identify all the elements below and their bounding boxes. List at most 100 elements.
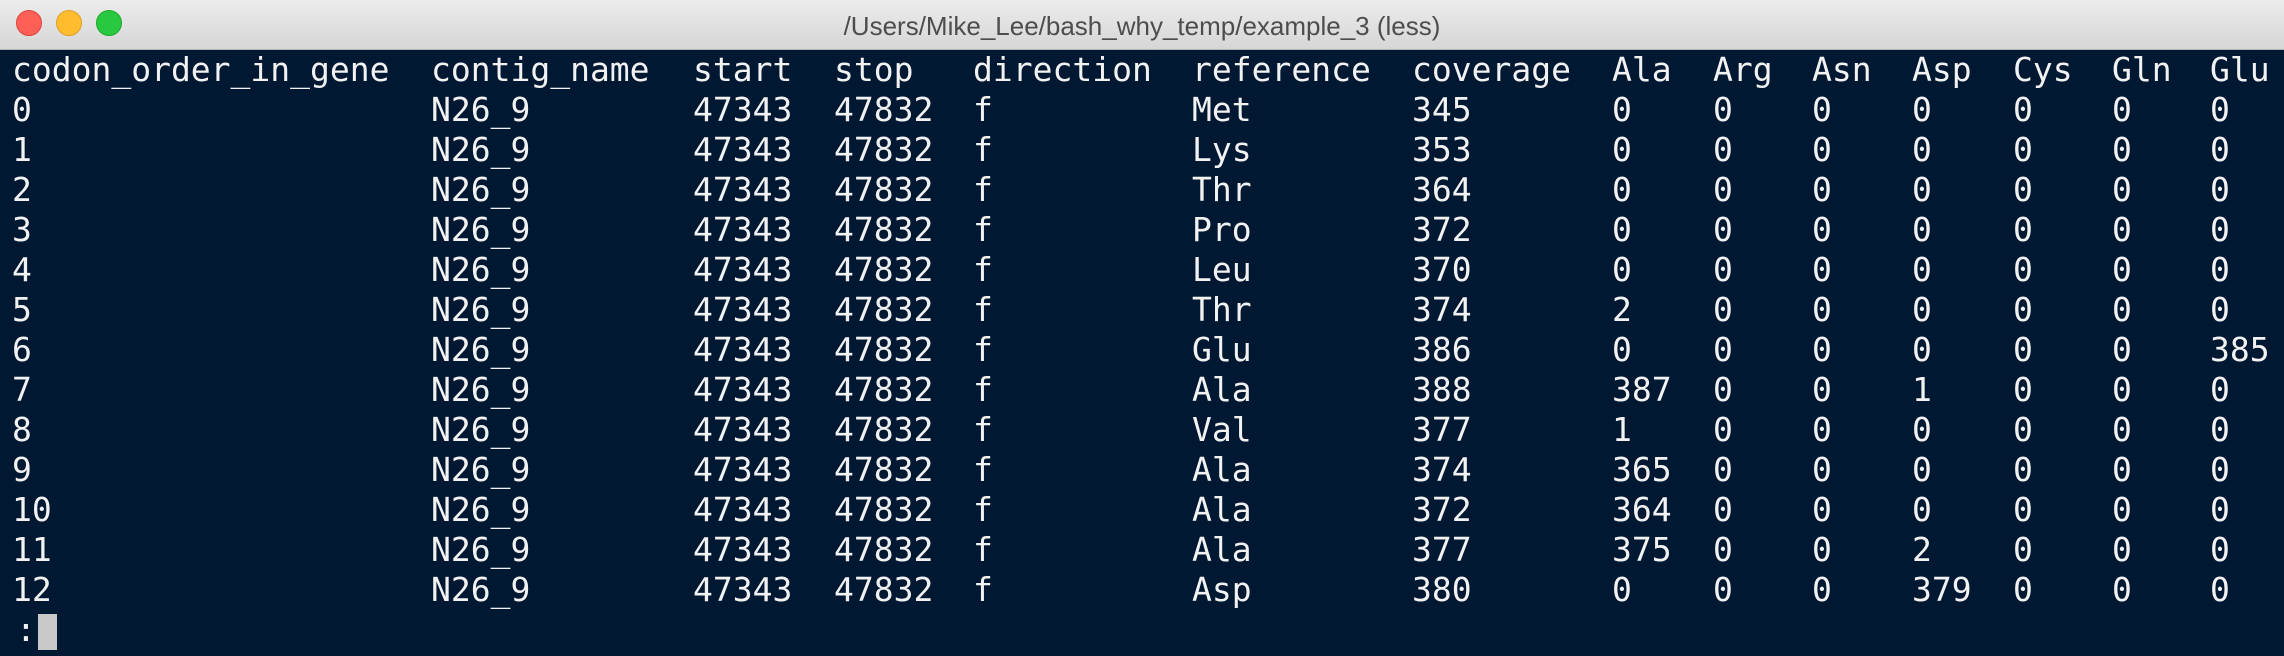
table-cell: 11	[12, 530, 52, 569]
column-header: contig_name	[431, 50, 650, 89]
table-cell: 0	[1812, 450, 1832, 489]
table-cell: Pro	[1192, 210, 1252, 249]
table-cell: 0	[2112, 130, 2132, 169]
table-cell: 0	[1713, 130, 1733, 169]
table-cell: f	[973, 90, 993, 129]
title-bar[interactable]: /Users/Mike_Lee/bash_why_temp/example_3 …	[0, 0, 2284, 50]
table-cell: 0	[2210, 570, 2230, 609]
table-cell: N26_9	[431, 90, 531, 129]
column-header: Cys	[2013, 50, 2073, 89]
table-cell: 10	[12, 490, 52, 529]
table-cell: 0	[2112, 570, 2132, 609]
table-cell: 47832	[834, 370, 934, 409]
table-cell: 0	[2013, 90, 2033, 129]
table-cell: 0	[2112, 370, 2132, 409]
table-cell: 386	[1412, 330, 1472, 369]
table-cell: 0	[2210, 490, 2230, 529]
text-cursor	[37, 613, 57, 650]
table-cell: N26_9	[431, 370, 531, 409]
table-cell: 4	[12, 250, 32, 289]
table-cell: 0	[1812, 530, 1832, 569]
table-cell: 0	[1612, 90, 1632, 129]
table-cell: f	[973, 410, 993, 449]
table-cell: 0	[2013, 530, 2033, 569]
table-cell: N26_9	[431, 210, 531, 249]
table-cell: 47832	[834, 250, 934, 289]
table-cell: 47343	[693, 570, 793, 609]
table-cell: 0	[1912, 490, 1932, 529]
table-cell: Met	[1192, 90, 1252, 129]
table-cell: 0	[1713, 210, 1733, 249]
table-cell: 0	[2112, 530, 2132, 569]
table-cell: 1	[1612, 410, 1632, 449]
column-header: start	[693, 50, 793, 89]
table-row: 2 N26_9 47343 47832 f Thr 364 0 0 0 0 0 0 0	[0, 170, 2284, 210]
table-row: 1 N26_9 47343 47832 f Lys 353 0 0 0 0 0 0 0	[0, 130, 2284, 170]
table-row: 12 N26_9 47343 47832 f Asp 380 0 0 0 379 0 0 0	[0, 570, 2284, 610]
table-cell: f	[973, 290, 993, 329]
table-cell: 388	[1412, 370, 1472, 409]
table-cell: Thr	[1192, 290, 1252, 329]
table-cell: 0	[1812, 250, 1832, 289]
table-cell: 0	[2112, 490, 2132, 529]
table-cell: Leu	[1192, 250, 1252, 289]
table-cell: 5	[12, 290, 32, 329]
table-cell: 380	[1412, 570, 1472, 609]
table-row: 3 N26_9 47343 47832 f Pro 372 0 0 0 0 0 0 0	[0, 210, 2284, 250]
table-cell: 47343	[693, 330, 793, 369]
table-cell: 47343	[693, 370, 793, 409]
table-cell: 0	[2210, 210, 2230, 249]
table-cell: 0	[2210, 410, 2230, 449]
table-cell: 0	[2210, 170, 2230, 209]
less-prompt[interactable]: :	[16, 610, 57, 650]
table-cell: 0	[2013, 170, 2033, 209]
table-cell: 372	[1412, 490, 1472, 529]
table-cell: 1	[1912, 370, 1932, 409]
table-cell: f	[973, 330, 993, 369]
table-cell: 0	[1812, 490, 1832, 529]
table-cell: 0	[2013, 250, 2033, 289]
table-cell: 0	[1713, 410, 1733, 449]
table-row: 7 N26_9 47343 47832 f Ala 388 387 0 0 1 0 0 0	[0, 370, 2284, 410]
table-row: 11 N26_9 47343 47832 f Ala 377 375 0 0 2 0 0 0	[0, 530, 2284, 570]
table-cell: 0	[1713, 370, 1733, 409]
column-header: direction	[973, 50, 1152, 89]
table-cell: 370	[1412, 250, 1472, 289]
table-cell: 47343	[693, 490, 793, 529]
table-cell: N26_9	[431, 290, 531, 329]
table-cell: 3	[12, 210, 32, 249]
table-cell: 353	[1412, 130, 1472, 169]
table-cell: 6	[12, 330, 32, 369]
table-row: 6 N26_9 47343 47832 f Glu 386 0 0 0 0 0 0 385	[0, 330, 2284, 370]
table-cell: 47832	[834, 130, 934, 169]
table-cell: 47832	[834, 330, 934, 369]
table-cell: Ala	[1192, 490, 1252, 529]
table-cell: 0	[2013, 490, 2033, 529]
table-cell: 0	[2013, 130, 2033, 169]
table-cell: 375	[1612, 530, 1672, 569]
table-cell: 0	[2210, 530, 2230, 569]
table-cell: 0	[1912, 170, 1932, 209]
table-cell: N26_9	[431, 130, 531, 169]
table-cell: f	[973, 370, 993, 409]
table-cell: f	[973, 450, 993, 489]
column-header: coverage	[1412, 50, 1571, 89]
table-cell: Ala	[1192, 370, 1252, 409]
column-header: reference	[1192, 50, 1371, 89]
table-cell: Thr	[1192, 170, 1252, 209]
table-cell: 365	[1612, 450, 1672, 489]
table-cell: 364	[1612, 490, 1672, 529]
table-cell: 377	[1412, 410, 1472, 449]
terminal-content[interactable]: codon_order_in_gene contig_name start st…	[0, 50, 2284, 656]
table-cell: 47832	[834, 170, 934, 209]
table-cell: 374	[1412, 290, 1472, 329]
table-cell: 0	[2210, 370, 2230, 409]
table-cell: 0	[1912, 90, 1932, 129]
table-cell: N26_9	[431, 450, 531, 489]
table-cell: 0	[1812, 570, 1832, 609]
table-cell: 0	[2013, 410, 2033, 449]
window-title: /Users/Mike_Lee/bash_why_temp/example_3 …	[843, 11, 1441, 41]
table-cell: 47832	[834, 210, 934, 249]
table-cell: 0	[2112, 250, 2132, 289]
table-cell: 0	[1812, 170, 1832, 209]
